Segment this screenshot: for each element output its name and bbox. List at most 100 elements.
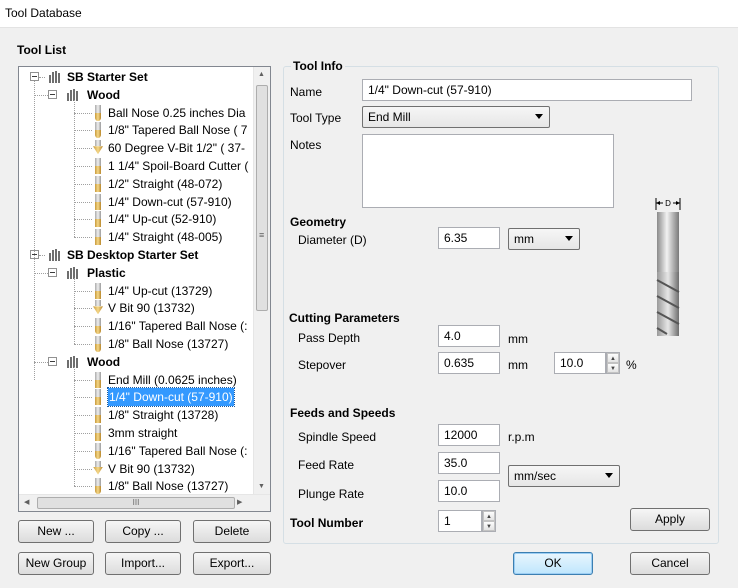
scroll-down-arrow-icon[interactable]: ▼ <box>258 483 265 490</box>
tool-name-field[interactable]: 1/4" Down-cut (57-910) <box>362 79 692 101</box>
collapse-toggle-icon[interactable] <box>48 89 57 99</box>
tree-vertical-scrollbar[interactable]: ▲ ≡ ▼ <box>253 67 270 494</box>
collapse-toggle-icon[interactable] <box>30 72 39 81</box>
tool-item-label: V Bit 90 (13732) <box>108 461 195 476</box>
spindle-speed-field[interactable]: 12000 <box>438 424 500 446</box>
tree-connector <box>39 255 45 256</box>
diameter-field[interactable]: 6.35 <box>438 227 500 249</box>
tool-item[interactable]: 1/4" Down-cut (57-910) <box>19 387 254 408</box>
spin-up-icon[interactable]: ▲ <box>483 511 495 521</box>
tool-item[interactable]: 60 Degree V-Bit 1/2" ( 37- <box>19 139 254 157</box>
feed-rate-field[interactable]: 35.0 <box>438 452 500 474</box>
tool-subgroup-row[interactable]: Wood <box>19 353 254 371</box>
tool-item-label: 1/8" Ball Nose (13727) <box>108 479 229 494</box>
export-button[interactable]: Export... <box>193 552 271 575</box>
feeds-speeds-heading: Feeds and Speeds <box>290 406 396 420</box>
ball-nose-icon <box>94 122 102 139</box>
tree-connector <box>74 366 75 487</box>
stepover-percent-field[interactable]: 10.0 <box>554 352 606 374</box>
delete-tool-button[interactable]: Delete <box>193 520 271 543</box>
scroll-up-arrow-icon[interactable]: ▲ <box>258 71 265 78</box>
tool-list-heading: Tool List <box>17 43 67 57</box>
scroll-left-arrow-icon[interactable]: ◀ <box>24 498 29 506</box>
chevron-down-icon <box>565 236 573 241</box>
tool-type-value: End Mill <box>368 110 411 124</box>
tool-item[interactable]: 1/4" Up-cut (52-910) <box>19 210 254 228</box>
tool-item[interactable]: V Bit 90 (13732) <box>19 460 254 478</box>
ball-nose-icon <box>94 478 102 495</box>
notes-field[interactable] <box>362 134 614 208</box>
tree-hscroll-thumb[interactable]: III <box>37 497 235 509</box>
new-group-button[interactable]: New Group <box>18 552 94 575</box>
tree-connector <box>39 77 45 78</box>
import-button[interactable]: Import... <box>105 552 181 575</box>
stepover-percent-spinner[interactable]: ▲ ▼ <box>606 352 620 374</box>
diameter-label: Diameter (D) <box>298 233 367 247</box>
tool-item[interactable]: V Bit 90 (13732) <box>19 299 254 317</box>
tree-connector <box>74 183 92 185</box>
tool-item[interactable]: 1 1/4" Spoil-Board Cutter ( <box>19 157 254 175</box>
tool-number-field[interactable]: 1 <box>438 510 482 532</box>
tool-item[interactable]: 1/4" Down-cut (57-910) <box>19 193 254 211</box>
ok-button[interactable]: OK <box>513 552 593 575</box>
scroll-right-arrow-icon[interactable]: ▶ <box>237 498 242 506</box>
tree-connector <box>74 237 92 239</box>
tree-horizontal-scrollbar[interactable]: ◀ III ▶ <box>19 494 270 511</box>
apply-button[interactable]: Apply <box>630 508 710 531</box>
copy-tool-button[interactable]: Copy ... <box>105 520 181 543</box>
new-tool-button[interactable]: New ... <box>18 520 94 543</box>
tool-group-row[interactable]: SB Starter Set <box>19 68 254 86</box>
tree-connector <box>74 326 92 328</box>
tool-item-label: 1/8" Ball Nose (13727) <box>108 337 229 351</box>
tree-connector <box>34 361 48 363</box>
collapse-toggle-icon[interactable] <box>48 356 57 366</box>
geometry-units-select[interactable]: mm <box>508 228 580 250</box>
pass-depth-field[interactable]: 4.0 <box>438 325 500 347</box>
tool-item[interactable]: 1/2" Straight (48-072) <box>19 175 254 193</box>
tool-item[interactable]: 1/8" Tapered Ball Nose ( 7 <box>19 121 254 139</box>
tool-number-spinner[interactable]: ▲ ▼ <box>482 510 496 532</box>
plunge-rate-field[interactable]: 10.0 <box>438 480 500 502</box>
tree-vscroll-thumb[interactable] <box>256 85 268 311</box>
collapse-toggle-icon[interactable] <box>48 267 57 277</box>
tool-item[interactable]: 1/8" Ball Nose (13727) <box>19 477 254 495</box>
cancel-button[interactable]: Cancel <box>630 552 710 575</box>
tool-type-label: Tool Type <box>290 111 342 125</box>
tool-item[interactable]: 1/4" Straight (48-005) <box>19 228 254 246</box>
pass-depth-label: Pass Depth <box>298 331 361 345</box>
v-bit-icon <box>93 460 103 477</box>
spin-up-icon[interactable]: ▲ <box>607 353 619 363</box>
notes-label: Notes <box>290 138 322 152</box>
spin-down-icon[interactable]: ▼ <box>483 521 495 531</box>
tool-item-label: V Bit 90 (13732) <box>108 301 195 316</box>
spin-down-icon[interactable]: ▼ <box>607 363 619 373</box>
tool-item[interactable]: 3mm straight <box>19 424 254 442</box>
tool-item-label: End Mill (0.0625 inches) <box>108 372 237 387</box>
tool-item[interactable]: End Mill (0.0625 inches) <box>19 371 254 389</box>
tool-info-heading: Tool Info <box>291 59 345 73</box>
tree-connector <box>74 379 92 381</box>
tool-item-label: 1/4" Up-cut (52-910) <box>108 212 217 227</box>
tree-connector <box>34 94 48 96</box>
end-mill-icon <box>94 229 102 246</box>
tool-group-icon <box>49 71 63 83</box>
tool-item-label: 1/16" Tapered Ball Nose (: <box>108 443 248 458</box>
plunge-rate-label: Plunge Rate <box>298 487 365 501</box>
end-mill-icon <box>94 425 102 441</box>
tool-item[interactable]: 1/16" Tapered Ball Nose (: <box>19 317 254 335</box>
tool-type-select[interactable]: End Mill <box>362 106 550 128</box>
tool-group-row[interactable]: SB Desktop Starter Set <box>19 246 254 264</box>
tool-item[interactable]: Ball Nose 0.25 inches Dia <box>19 104 254 122</box>
tool-item[interactable]: 1/16" Tapered Ball Nose (: <box>19 442 254 460</box>
tool-item-label: 3mm straight <box>108 426 178 440</box>
v-bit-icon <box>93 300 103 316</box>
tool-item[interactable]: 1/8" Straight (13728) <box>19 406 254 424</box>
stepover-field[interactable]: 0.635 <box>438 352 500 374</box>
tool-subgroup-row[interactable]: Wood <box>19 86 254 104</box>
tool-item[interactable]: 1/8" Ball Nose (13727) <box>19 335 254 353</box>
tool-item[interactable]: 1/4" Up-cut (13729) <box>19 282 254 300</box>
tool-tree[interactable]: SB Starter Set Wood Ball Nose 0.25 inches … <box>18 66 271 512</box>
end-mill-icon <box>94 371 102 388</box>
tool-subgroup-row[interactable]: Plastic <box>19 264 254 282</box>
rate-units-select[interactable]: mm/sec <box>508 465 620 487</box>
